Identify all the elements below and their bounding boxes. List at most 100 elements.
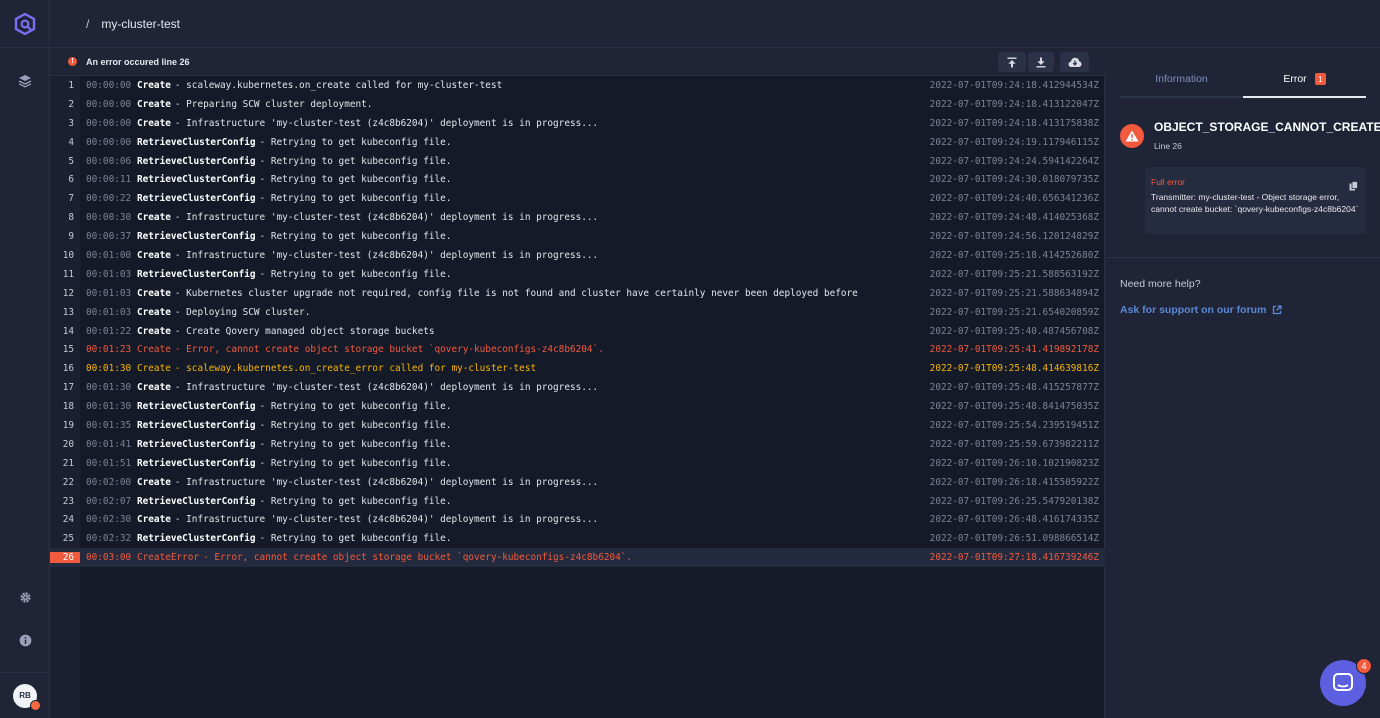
log-message: - Error, cannot create object storage bu…: [174, 344, 604, 356]
log-step: RetrieveClusterConfig: [137, 457, 256, 469]
copy-icon: [1349, 181, 1358, 191]
breadcrumb-cluster-name[interactable]: my-cluster-test: [101, 17, 180, 31]
tab-error[interactable]: Error 1: [1243, 62, 1366, 98]
settings-nav-button[interactable]: [0, 582, 50, 612]
log-date: 2022-07-01T09:24:19.117946115Z: [929, 136, 1099, 148]
log-row[interactable]: 2 00:00:00 Create - Preparing SCW cluster …: [50, 95, 1105, 114]
log-header: ! An error occured line 26: [50, 48, 1105, 76]
log-step: RetrieveClusterConfig: [137, 193, 256, 205]
details-tabs: Information Error 1: [1120, 62, 1366, 98]
info-nav-button[interactable]: [0, 625, 50, 655]
log-date: 2022-07-01T09:24:48.414025368Z: [929, 212, 1099, 224]
log-line-number: 6: [68, 174, 74, 186]
log-row[interactable]: 14 00:01:22 Create - Create Qovery managed…: [50, 322, 1105, 341]
layers-nav-button[interactable]: [0, 66, 50, 96]
log-timestamp: 00:01:30: [86, 382, 132, 394]
tab-information[interactable]: Information: [1120, 62, 1243, 98]
full-error-title: Full error: [1151, 177, 1186, 187]
log-message: - Retrying to get kubeconfig file.: [259, 155, 452, 167]
log-timestamp: 00:00:06: [86, 155, 132, 167]
log-row[interactable]: 15 00:01:23 Create - Error, cannot create …: [50, 340, 1105, 359]
log-timestamp: 00:03:00: [86, 552, 132, 564]
log-message: - Infrastructure 'my-cluster-test (z4c8b…: [174, 249, 599, 261]
log-row[interactable]: 6 00:00:11 RetrieveClusterConfig - Retryin…: [50, 170, 1105, 189]
scroll-to-top-button[interactable]: [998, 52, 1026, 72]
scroll-to-bottom-button[interactable]: [1028, 52, 1054, 72]
log-row[interactable]: 24 00:02:30 Create - Infrastructure 'my-cl…: [50, 510, 1105, 529]
log-step: Create: [137, 514, 171, 526]
log-error-title: An error occured line 26: [86, 56, 190, 67]
copy-error-button[interactable]: [1349, 178, 1358, 196]
error-line-link[interactable]: Line 26: [1154, 141, 1182, 151]
log-row[interactable]: 8 00:00:30 Create - Infrastructure 'my-clu…: [50, 208, 1105, 227]
download-logs-button[interactable]: [1060, 52, 1089, 72]
log-row[interactable]: 10 00:01:00 Create - Infrastructure 'my-cl…: [50, 246, 1105, 265]
log-timestamp: 00:01:00: [86, 249, 132, 261]
log-row[interactable]: 1 00:00:00 Create - scaleway.kubernetes.on…: [50, 76, 1105, 95]
log-timestamp: 00:01:30: [86, 401, 132, 413]
log-line-number: 13: [62, 306, 74, 318]
log-row[interactable]: 26 00:03:00 CreateError - Error, cannot cr…: [50, 548, 1105, 568]
log-line-number: 20: [62, 438, 74, 450]
log-row[interactable]: 11 00:01:03 RetrieveClusterConfig - Retryi…: [50, 265, 1105, 284]
error-count-badge: 1: [1314, 73, 1326, 85]
tab-error-label: Error: [1283, 73, 1307, 85]
qovery-logo[interactable]: [0, 0, 50, 48]
log-message: - Preparing SCW cluster deployment.: [174, 98, 373, 110]
log-date: 2022-07-01T09:26:10.102190823Z: [929, 457, 1099, 469]
log-timestamp: 00:02:32: [86, 533, 132, 545]
log-row[interactable]: 25 00:02:32 RetrieveClusterConfig - Retryi…: [50, 529, 1105, 548]
log-row[interactable]: 4 00:00:00 RetrieveClusterConfig - Retryin…: [50, 133, 1105, 152]
warning-icon: [1120, 124, 1144, 148]
log-timestamp: 00:02:00: [86, 476, 132, 488]
log-date: 2022-07-01T09:25:21.588634894Z: [929, 287, 1099, 299]
log-timestamp: 00:02:07: [86, 495, 132, 507]
log-row[interactable]: 12 00:01:03 Create - Kubernetes cluster up…: [50, 284, 1105, 303]
log-message: - Retrying to get kubeconfig file.: [259, 268, 452, 280]
log-row[interactable]: 22 00:02:00 Create - Infrastructure 'my-cl…: [50, 473, 1105, 492]
external-link-icon: [1273, 305, 1283, 315]
log-step: RetrieveClusterConfig: [137, 438, 256, 450]
log-row[interactable]: 9 00:00:37 RetrieveClusterConfig - Retryin…: [50, 227, 1105, 246]
log-step: RetrieveClusterConfig: [137, 268, 256, 280]
support-chat-button[interactable]: 4: [1320, 658, 1372, 706]
log-row[interactable]: 7 00:00:22 RetrieveClusterConfig - Retryin…: [50, 189, 1105, 208]
log-timestamp: 00:01:22: [86, 325, 132, 337]
log-row[interactable]: 5 00:00:06 RetrieveClusterConfig - Retryin…: [50, 152, 1105, 171]
log-line-number: 11: [62, 268, 74, 280]
error-alert-icon: !: [68, 57, 77, 66]
log-date: 2022-07-01T09:25:59.673982211Z: [929, 438, 1099, 450]
log-date: 2022-07-01T09:24:56.120124829Z: [929, 231, 1099, 243]
log-timestamp: 00:00:00: [86, 136, 132, 148]
log-timestamp: 00:01:03: [86, 287, 132, 299]
log-date: 2022-07-01T09:25:40.487456708Z: [929, 325, 1099, 337]
left-nav: RB: [0, 0, 50, 718]
warning-triangle-icon: [1125, 130, 1139, 142]
user-menu[interactable]: RB: [0, 672, 50, 718]
log-row[interactable]: 23 00:02:07 RetrieveClusterConfig - Retryi…: [50, 492, 1105, 511]
log-date: 2022-07-01T09:27:18.416739246Z: [929, 552, 1099, 564]
log-row[interactable]: 17 00:01:30 Create - Infrastructure 'my-cl…: [50, 378, 1105, 397]
log-step: RetrieveClusterConfig: [137, 136, 256, 148]
log-row[interactable]: 13 00:01:03 Create - Deploying SCW cluster…: [50, 303, 1105, 322]
log-date: 2022-07-01T09:25:54.239519451Z: [929, 419, 1099, 431]
log-timestamp: 00:00:00: [86, 79, 132, 91]
log-date: 2022-07-01T09:25:21.588563192Z: [929, 268, 1099, 280]
log-message: - Retrying to get kubeconfig file.: [259, 174, 452, 186]
layers-icon: [18, 75, 32, 88]
log-row[interactable]: 18 00:01:30 RetrieveClusterConfig - Retryi…: [50, 397, 1105, 416]
log-step: Create: [137, 249, 171, 261]
log-row[interactable]: 19 00:01:35 RetrieveClusterConfig - Retryi…: [50, 416, 1105, 435]
support-forum-link[interactable]: Ask for support on our forum: [1120, 304, 1283, 316]
log-row[interactable]: 20 00:01:41 RetrieveClusterConfig - Retryi…: [50, 435, 1105, 454]
avatar[interactable]: RB: [13, 683, 41, 711]
log-line-number: 2: [68, 98, 74, 110]
arrow-down-to-line-icon: [1036, 57, 1046, 67]
log-row[interactable]: 3 00:00:00 Create - Infrastructure 'my-clu…: [50, 114, 1105, 133]
log-row[interactable]: 21 00:01:51 RetrieveClusterConfig - Retryi…: [50, 454, 1105, 473]
log-timestamp: 00:00:00: [86, 117, 132, 129]
log-row[interactable]: 16 00:01:30 Create - scaleway.kubernetes.o…: [50, 359, 1105, 378]
log-line-number: 1: [68, 79, 74, 91]
log-message: - Retrying to get kubeconfig file.: [259, 401, 452, 413]
help-question: Need more help?: [1120, 278, 1201, 290]
